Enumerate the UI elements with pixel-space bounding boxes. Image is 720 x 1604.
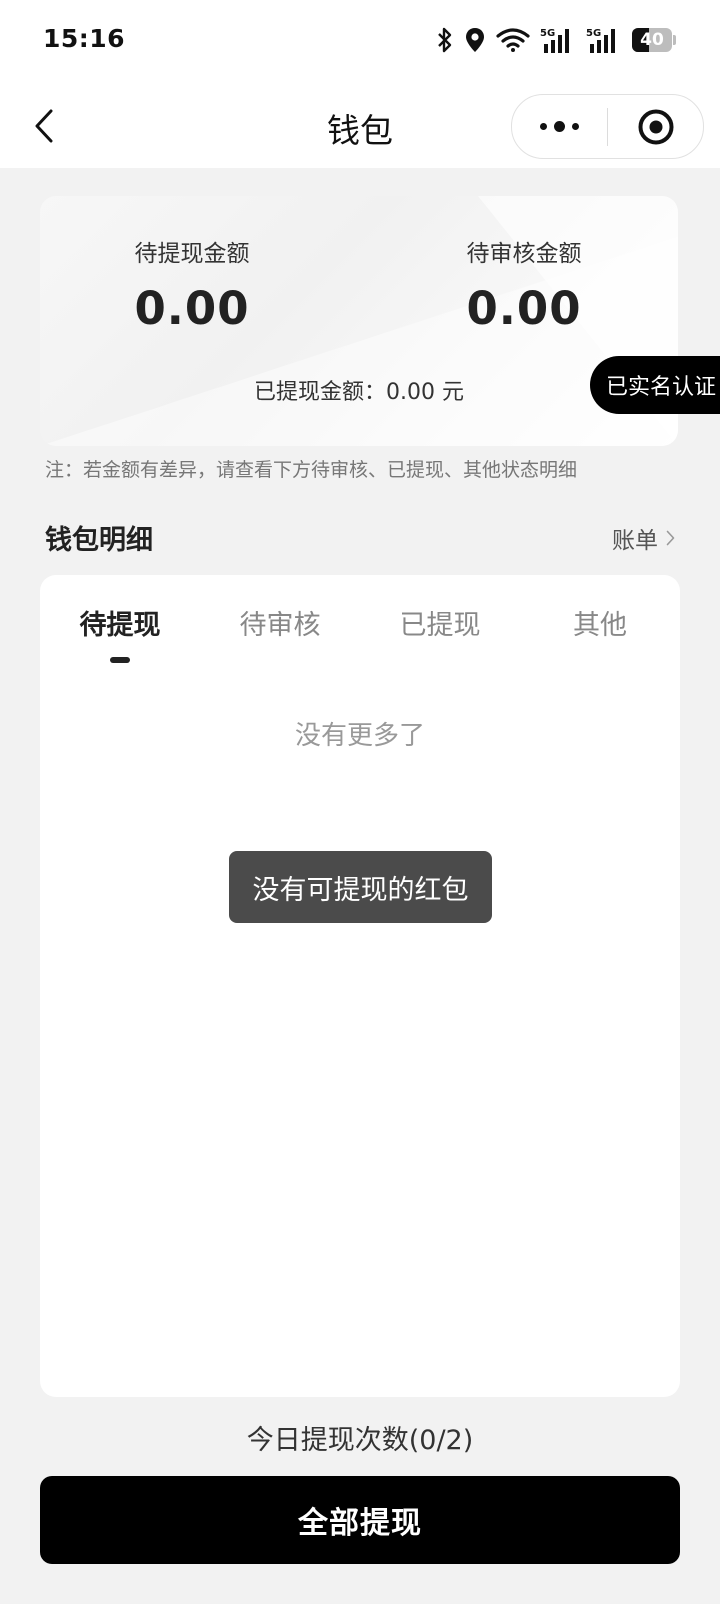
- pending-withdraw-value: 0.00: [134, 282, 250, 335]
- active-tab-indicator: [110, 657, 130, 663]
- tab-label: 待提现: [79, 610, 161, 641]
- pending-withdraw-block: 待提现金额 0.00: [42, 234, 342, 335]
- tab-other[interactable]: 其他: [520, 575, 680, 675]
- close-button[interactable]: [608, 95, 703, 158]
- status-time: 15:16: [43, 24, 126, 53]
- wallet-details-title: 钱包明细: [45, 525, 153, 556]
- tab-label: 已提现: [399, 610, 481, 641]
- more-button[interactable]: [512, 95, 607, 158]
- svg-text:5G: 5G: [540, 28, 555, 39]
- withdraw-all-button[interactable]: 全部提现: [40, 1476, 680, 1564]
- toast-message: 没有可提现的红包: [229, 851, 492, 923]
- empty-list-text: 没有更多了: [294, 721, 425, 751]
- tab-pending-withdraw[interactable]: 待提现: [40, 575, 200, 675]
- svg-text:5G: 5G: [586, 28, 601, 39]
- tab-withdrawn[interactable]: 已提现: [360, 575, 520, 675]
- battery-icon: 40: [632, 28, 676, 52]
- bluetooth-icon: [438, 27, 452, 53]
- more-dots-icon-right: [572, 123, 579, 130]
- pending-review-label: 待审核金额: [466, 241, 582, 267]
- bill-link-label: 账单: [612, 528, 658, 554]
- mini-program-capsule: [511, 94, 704, 159]
- location-icon: [466, 28, 484, 52]
- tab-label: 其他: [573, 610, 627, 641]
- pending-withdraw-label: 待提现金额: [134, 241, 250, 267]
- tab-label: 待审核: [239, 610, 321, 641]
- bill-link[interactable]: 账单: [612, 521, 675, 555]
- verified-badge[interactable]: 已实名认证: [590, 356, 720, 414]
- pending-review-value: 0.00: [466, 282, 582, 335]
- details-tabs: 待提现 待审核 已提现 其他: [40, 575, 680, 675]
- wifi-icon: [496, 28, 530, 52]
- more-dots-icon-center: [554, 121, 565, 132]
- more-dots-icon: [540, 123, 547, 130]
- withdraw-count: 今日提现次数(0/2): [246, 1425, 474, 1456]
- amount-note: 注：若金额有差异，请查看下方待审核、已提现、其他状态明细: [45, 459, 578, 481]
- withdrawn-amount: 已提现金额：0.00 元: [254, 380, 464, 405]
- status-icons: 5G 5G 40: [436, 22, 676, 58]
- signal-5g-icon: 5G: [586, 28, 615, 53]
- battery-level: 40: [640, 30, 664, 50]
- chevron-right-icon: [666, 530, 675, 546]
- details-panel: 待提现 待审核 已提现 其他 没有更多了: [40, 575, 680, 1397]
- wallet-summary-card: 待提现金额 0.00 待审核金额 0.00 已提现金额：0.00 元: [40, 196, 678, 446]
- target-circle-icon: [638, 109, 673, 144]
- pending-review-block: 待审核金额 0.00: [374, 234, 674, 335]
- signal-5g-icon: 5G: [540, 28, 569, 53]
- tab-pending-review[interactable]: 待审核: [200, 575, 360, 675]
